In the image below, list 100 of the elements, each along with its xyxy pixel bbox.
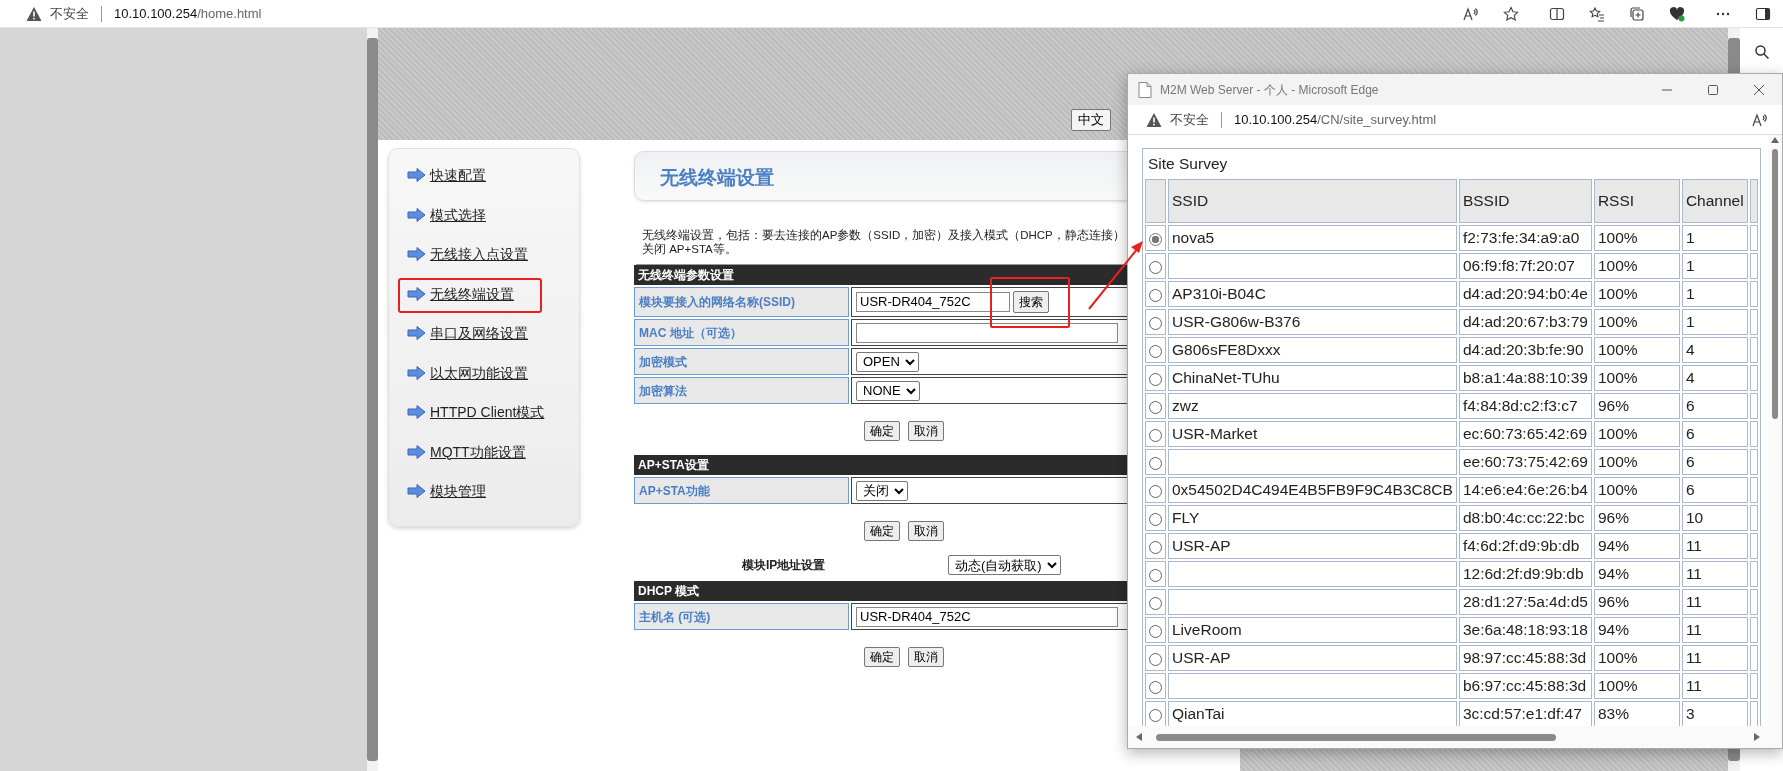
language-button[interactable]: 中文 <box>1071 109 1111 131</box>
table-cell: 1 <box>1681 281 1748 307</box>
sidebar-link[interactable]: HTTPD Client模式 <box>407 404 545 420</box>
table-cell: 11 <box>1681 617 1748 643</box>
table-cell: 6 <box>1681 421 1748 447</box>
table-cell: LiveRoom <box>1168 617 1457 643</box>
arrow-icon <box>407 365 426 380</box>
radio-button[interactable] <box>1149 624 1162 638</box>
form-button[interactable]: 确定 <box>864 421 900 441</box>
radio-button[interactable] <box>1149 484 1162 498</box>
table-cell: zwz <box>1168 393 1457 419</box>
table-cell: 100% <box>1593 421 1680 447</box>
radio-button[interactable] <box>1149 372 1162 386</box>
dropdown[interactable]: NONE <box>856 380 920 401</box>
security-label: 不安全 <box>50 4 89 23</box>
read-aloud-icon[interactable] <box>1463 5 1479 22</box>
input-field[interactable]: USR-DR404_752C <box>856 291 1010 312</box>
sidebar-link[interactable]: 快速配置 <box>407 167 486 183</box>
table-cell: 11 <box>1681 561 1748 587</box>
radio-button[interactable] <box>1149 512 1162 526</box>
table-cell: 100% <box>1593 337 1680 363</box>
warning-icon <box>1146 111 1162 128</box>
table-cell: f4:6d:2f:d9:9b:db <box>1458 533 1592 559</box>
sidebar-link[interactable]: 模块管理 <box>407 483 486 499</box>
input-field[interactable]: USR-DR404_752C <box>856 606 1118 627</box>
radio-button[interactable] <box>1149 344 1162 358</box>
table-cell: ec:60:73:65:42:69 <box>1458 421 1592 447</box>
table-cell: b8:a1:4a:88:10:39 <box>1458 365 1592 391</box>
table-cell: USR-Market <box>1168 421 1457 447</box>
sidebar-link[interactable]: MQTT功能设置 <box>407 443 526 460</box>
scrollbar[interactable] <box>1768 135 1782 748</box>
field-label: 模块IP地址设置 <box>742 557 827 574</box>
form-button[interactable]: 确定 <box>864 521 900 541</box>
window-title: M2M Web Server - 个人 - Microsoft Edge <box>1160 81 1379 99</box>
search-button[interactable]: 搜索 <box>1013 291 1049 313</box>
table-cell: USR-AP <box>1168 645 1457 671</box>
table-cell: 0x54502D4C494E4B5FB9F9C4B3C8CB <box>1168 477 1457 503</box>
address-bar[interactable]: 不安全 10.10.100.254/CN/site_survey.html <box>1128 105 1782 135</box>
radio-button[interactable] <box>1149 456 1162 470</box>
form-button[interactable]: 确定 <box>864 647 900 667</box>
table-cell: 96% <box>1593 505 1680 531</box>
radio-button[interactable] <box>1149 540 1162 554</box>
form-button[interactable]: 取消 <box>908 421 944 441</box>
dropdown[interactable]: OPEN <box>856 351 919 372</box>
favorites-icon[interactable] <box>1589 5 1605 22</box>
search-icon[interactable] <box>1753 44 1770 60</box>
header-cell <box>1749 179 1758 223</box>
security-label: 不安全 <box>1170 110 1209 129</box>
table-cell: 28:d1:27:5a:4d:d5 <box>1458 589 1592 615</box>
field-label: 主机名 (可选) <box>634 603 849 630</box>
heart-icon[interactable] <box>1669 5 1685 22</box>
radio-button[interactable] <box>1149 288 1162 302</box>
field-label: MAC 地址（可选） <box>634 319 849 346</box>
table-cell: d4:ad:20:3b:fe:90 <box>1458 337 1592 363</box>
input-field[interactable] <box>856 322 1118 343</box>
radio-button[interactable] <box>1149 652 1162 666</box>
radio-button[interactable] <box>1149 568 1162 582</box>
arrow-icon <box>407 168 426 182</box>
radio-button[interactable] <box>1149 260 1162 274</box>
header-cell <box>1145 179 1166 223</box>
star-icon[interactable] <box>1503 5 1519 22</box>
url-text: 10.10.100.254/CN/site_survey.html <box>1234 110 1437 129</box>
radio-button[interactable] <box>1149 232 1162 246</box>
scroll-right-icon[interactable] <box>1754 733 1760 741</box>
table-cell: 10 <box>1681 505 1748 531</box>
url-text: 10.10.100.254/home.html <box>114 4 262 23</box>
sidebar-toggle-icon[interactable] <box>1755 5 1771 22</box>
radio-button[interactable] <box>1149 428 1162 442</box>
arrow-icon <box>407 444 426 459</box>
radio-button[interactable] <box>1149 708 1162 722</box>
dropdown[interactable]: 动态(自动获取) <box>948 555 1061 575</box>
table-cell: b6:97:cc:45:88:3d <box>1458 673 1592 699</box>
arrow-icon <box>407 484 426 498</box>
page-icon <box>1138 81 1152 98</box>
description-text: 无线终端设置，包括：要去连接的AP参数（SSID，加密）及接入模式（DHCP，静态连接） 关闭 AP+STA等。 <box>641 228 1125 256</box>
table-cell: 4 <box>1681 365 1748 391</box>
table-cell: AP310i-B04C <box>1168 281 1457 307</box>
radio-button[interactable] <box>1149 596 1162 610</box>
table-cell: 11 <box>1681 673 1748 699</box>
table-cell: USR-G806w-B376 <box>1168 309 1457 335</box>
dropdown[interactable]: 关闭 <box>856 480 908 501</box>
read-aloud-icon[interactable] <box>1752 111 1768 128</box>
table-cell: FLY <box>1168 505 1457 531</box>
radio-button[interactable] <box>1149 680 1162 694</box>
scrollbar[interactable] <box>1128 726 1768 748</box>
radio-button[interactable] <box>1149 316 1162 330</box>
table-cell: 14:e6:e4:6e:26:b4 <box>1458 477 1592 503</box>
field-label: 加密算法 <box>634 377 849 404</box>
form-button[interactable]: 取消 <box>908 647 944 667</box>
sidebar-link[interactable]: 串口及网络设置 <box>407 325 528 341</box>
split-screen-icon[interactable] <box>1549 5 1565 22</box>
radio-button[interactable] <box>1149 400 1162 414</box>
scrollbar[interactable] <box>367 28 378 771</box>
collections-icon[interactable] <box>1629 5 1645 22</box>
scroll-up-icon[interactable] <box>1771 137 1779 143</box>
form-button[interactable]: 取消 <box>908 521 944 541</box>
table-cell: 96% <box>1593 589 1680 615</box>
scroll-left-icon[interactable] <box>1136 733 1142 741</box>
table-cell: USR-AP <box>1168 533 1457 559</box>
table-cell: d4:ad:20:67:b3:79 <box>1458 309 1592 335</box>
